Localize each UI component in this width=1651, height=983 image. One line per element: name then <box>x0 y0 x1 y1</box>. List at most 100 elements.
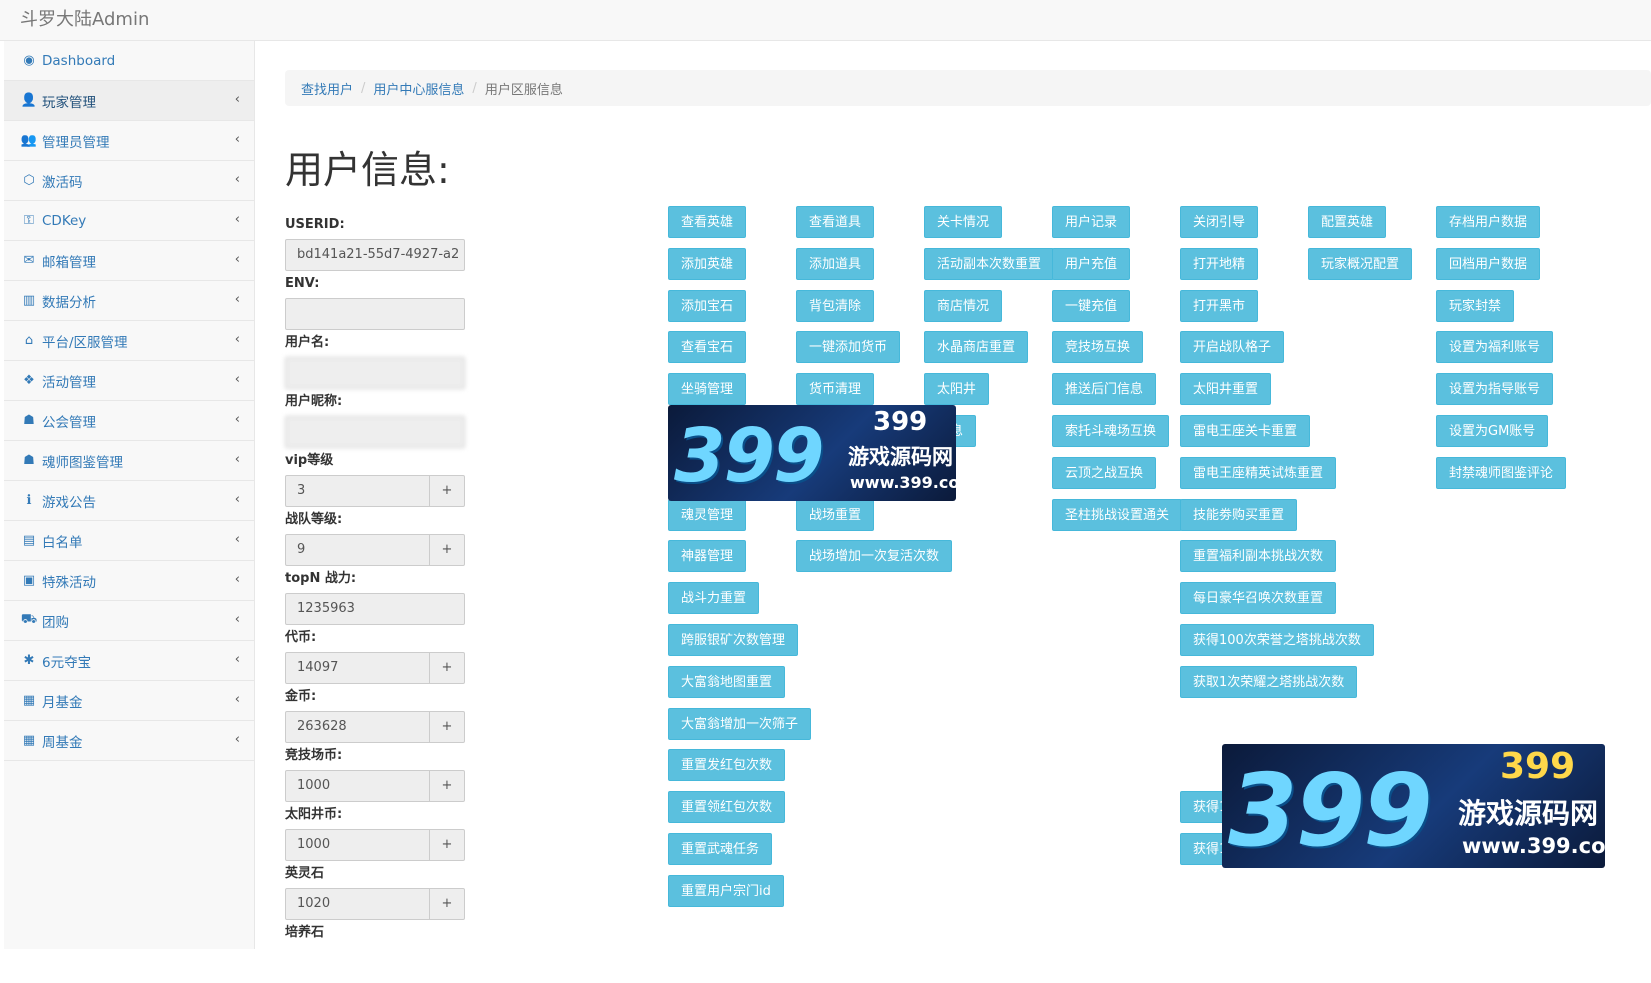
action-button-col5-10[interactable]: 获得100次荣誉之塔挑战次数 <box>1180 624 1374 656</box>
action-button-col4-3[interactable]: 竞技场互换 <box>1052 331 1144 364</box>
action-button-col5-8[interactable]: 重置福利副本挑战次数 <box>1180 540 1337 573</box>
action-button-col7-2[interactable]: 玩家封禁 <box>1436 289 1515 322</box>
app-title[interactable]: 斗罗大陆Admin <box>20 5 149 31</box>
field-input[interactable]: 1235963 <box>285 593 465 625</box>
sidebar-item-10[interactable]: ☗ 魂师图鉴管理 ‹ <box>4 441 254 481</box>
action-button-col5-6[interactable]: 雷电王座精英试炼重置 <box>1180 456 1337 489</box>
plus-button[interactable]: + <box>429 770 465 802</box>
action-button-col1-3[interactable]: 查看宝石 <box>668 331 747 364</box>
action-button-col1-10[interactable]: 跨服银矿次数管理 <box>668 624 799 656</box>
action-button-col5-5[interactable]: 雷电王座关卡重置 <box>1180 415 1311 447</box>
action-button-col3-0[interactable]: 关卡情况 <box>924 206 1003 238</box>
plus-button[interactable]: + <box>429 534 465 566</box>
form-row: 培养石 <box>285 924 475 983</box>
plus-button[interactable]: + <box>429 652 465 684</box>
sidebar-item-5[interactable]: ✉ 邮箱管理 ‹ <box>4 241 254 281</box>
plus-button[interactable]: + <box>429 829 465 861</box>
field-input[interactable]: 1020 <box>285 888 430 920</box>
main-content: 查找用户 / 用户中心服信息 / 用户区服信息 用户信息: USERID: bd1… <box>255 41 1651 949</box>
field-input[interactable] <box>285 416 465 448</box>
action-button-col1-13[interactable]: 重置发红包次数 <box>668 749 786 782</box>
sidebar-item-13[interactable]: ▣ 特殊活动 ‹ <box>4 561 254 601</box>
action-button-col7-0[interactable]: 存档用户数据 <box>1436 206 1541 238</box>
field-input[interactable]: bd141a21-55d7-4927-a2 <box>285 239 465 271</box>
action-button-col1-14[interactable]: 重置领红包次数 <box>668 791 786 824</box>
action-button-col1-4[interactable]: 坐骑管理 <box>668 373 747 406</box>
sidebar-item-0[interactable]: ◉ Dashboard <box>4 41 254 81</box>
action-button-col3-1[interactable]: 活动副本次数重置 <box>924 247 1055 280</box>
action-button-col5-1[interactable]: 打开地精 <box>1180 247 1259 280</box>
action-button-col7-5[interactable]: 设置为GM账号 <box>1436 415 1549 447</box>
sidebar-item-16[interactable]: ▦ 月基金 ‹ <box>4 681 254 721</box>
sidebar-item-6[interactable]: ▥ 数据分析 ‹ <box>4 281 254 321</box>
action-button-col7-3[interactable]: 设置为福利账号 <box>1436 331 1554 364</box>
sidebar-item-17[interactable]: ▦ 周基金 ‹ <box>4 721 254 761</box>
field-input[interactable]: 9 <box>285 534 430 566</box>
action-button-col5-4[interactable]: 太阳井重置 <box>1180 373 1272 406</box>
action-button-col1-7[interactable]: 魂灵管理 <box>668 498 747 531</box>
breadcrumb-find-user[interactable]: 查找用户 <box>301 79 353 98</box>
action-button-col4-1[interactable]: 用户充值 <box>1052 247 1131 280</box>
action-button-col2-2[interactable]: 背包清除 <box>796 289 875 322</box>
action-button-col1-0[interactable]: 查看英雄 <box>668 206 747 238</box>
sidebar-item-7[interactable]: ⌂ 平台/区服管理 ‹ <box>4 321 254 361</box>
action-button-col1-8[interactable]: 神器管理 <box>668 540 747 573</box>
sidebar-item-4[interactable]: ⚿ CDKey ‹ <box>4 201 254 241</box>
action-button-col4-5[interactable]: 索托斗魂场互换 <box>1052 415 1170 447</box>
action-button-col5-11[interactable]: 获取1次荣耀之塔挑战次数 <box>1180 665 1358 698</box>
field-input[interactable] <box>285 298 465 330</box>
action-button-col2-1[interactable]: 添加道具 <box>796 247 875 280</box>
field-input[interactable]: 1000 <box>285 770 430 802</box>
action-button-col7-6[interactable]: 封禁魂师图鉴评论 <box>1436 456 1567 489</box>
sidebar-item-12[interactable]: ▤ 白名单 ‹ <box>4 521 254 561</box>
action-button-col1-11[interactable]: 大富翁地图重置 <box>668 665 786 698</box>
field-input[interactable]: 1000 <box>285 829 430 861</box>
action-button-col1-2[interactable]: 添加宝石 <box>668 289 747 322</box>
sidebar-item-15[interactable]: ✱ 6元夺宝 ‹ <box>4 641 254 681</box>
action-button-col1-1[interactable]: 添加英雄 <box>668 247 747 280</box>
action-button-col3-2[interactable]: 商店情况 <box>924 289 1003 322</box>
action-button-col4-7[interactable]: 圣柱挑战设置通关 <box>1052 498 1183 531</box>
field-input[interactable]: 3 <box>285 475 430 507</box>
field-label: 战队等级: <box>285 512 343 527</box>
action-button-col5-2[interactable]: 打开黑市 <box>1180 289 1259 322</box>
action-button-col2-3[interactable]: 一键添加货币 <box>796 331 901 364</box>
action-button-col6-1[interactable]: 玩家概况配置 <box>1308 247 1413 280</box>
action-button-col4-6[interactable]: 云顶之战互换 <box>1052 456 1157 489</box>
action-button-col2-0[interactable]: 查看道具 <box>796 206 875 238</box>
action-button-col4-0[interactable]: 用户记录 <box>1052 206 1131 238</box>
plus-button[interactable]: + <box>429 711 465 743</box>
sidebar-item-3[interactable]: ⬡ 激活码 ‹ <box>4 161 254 201</box>
field-input[interactable]: 14097 <box>285 652 430 684</box>
action-button-col5-0[interactable]: 关闭引导 <box>1180 206 1259 238</box>
sidebar-item-8[interactable]: ❖ 活动管理 ‹ <box>4 361 254 401</box>
sidebar-item-9[interactable]: ☗ 公会管理 ‹ <box>4 401 254 441</box>
action-button-col6-0[interactable]: 配置英雄 <box>1308 206 1387 238</box>
action-button-col2-8[interactable]: 战场增加一次复活次数 <box>796 540 953 573</box>
action-button-col1-15[interactable]: 重置武魂任务 <box>668 833 773 865</box>
action-button-col4-2[interactable]: 一键充值 <box>1052 289 1131 322</box>
breadcrumb-user-center[interactable]: 用户中心服信息 <box>373 79 464 98</box>
action-button-col2-7[interactable]: 战场重置 <box>796 498 875 531</box>
action-button-col1-16[interactable]: 重置用户宗门id <box>668 874 784 907</box>
action-button-col5-9[interactable]: 每日豪华召唤次数重置 <box>1180 582 1337 615</box>
plus-button[interactable]: + <box>429 475 465 507</box>
action-button-col3-3[interactable]: 水晶商店重置 <box>924 331 1029 364</box>
action-button-col7-1[interactable]: 回档用户数据 <box>1436 247 1541 280</box>
action-button-col7-4[interactable]: 设置为指导账号 <box>1436 373 1554 406</box>
sidebar-item-14[interactable]: ⛟ 团购 ‹ <box>4 601 254 641</box>
plus-button[interactable]: + <box>429 888 465 920</box>
action-button-col1-9[interactable]: 战斗力重置 <box>668 582 760 615</box>
action-button-col4-4[interactable]: 推送后门信息 <box>1052 373 1157 406</box>
sidebar-item-1[interactable]: 👤 玩家管理 ‹ <box>4 81 254 121</box>
field-input[interactable]: 263628 <box>285 711 430 743</box>
sidebar-item-label: 公会管理 <box>42 414 96 431</box>
action-button-col5-7[interactable]: 技能劵购买重置 <box>1180 498 1298 531</box>
action-button-col1-12[interactable]: 大富翁增加一次筛子 <box>668 707 812 740</box>
sidebar-item-2[interactable]: 👥 管理员管理 ‹ <box>4 121 254 161</box>
sidebar-item-11[interactable]: ℹ 游戏公告 ‹ <box>4 481 254 521</box>
action-button-col2-4[interactable]: 货币清理 <box>796 373 875 406</box>
action-button-col5-3[interactable]: 开启战队格子 <box>1180 331 1285 364</box>
action-button-col3-4[interactable]: 太阳井 <box>924 373 990 406</box>
field-input[interactable] <box>285 357 465 389</box>
